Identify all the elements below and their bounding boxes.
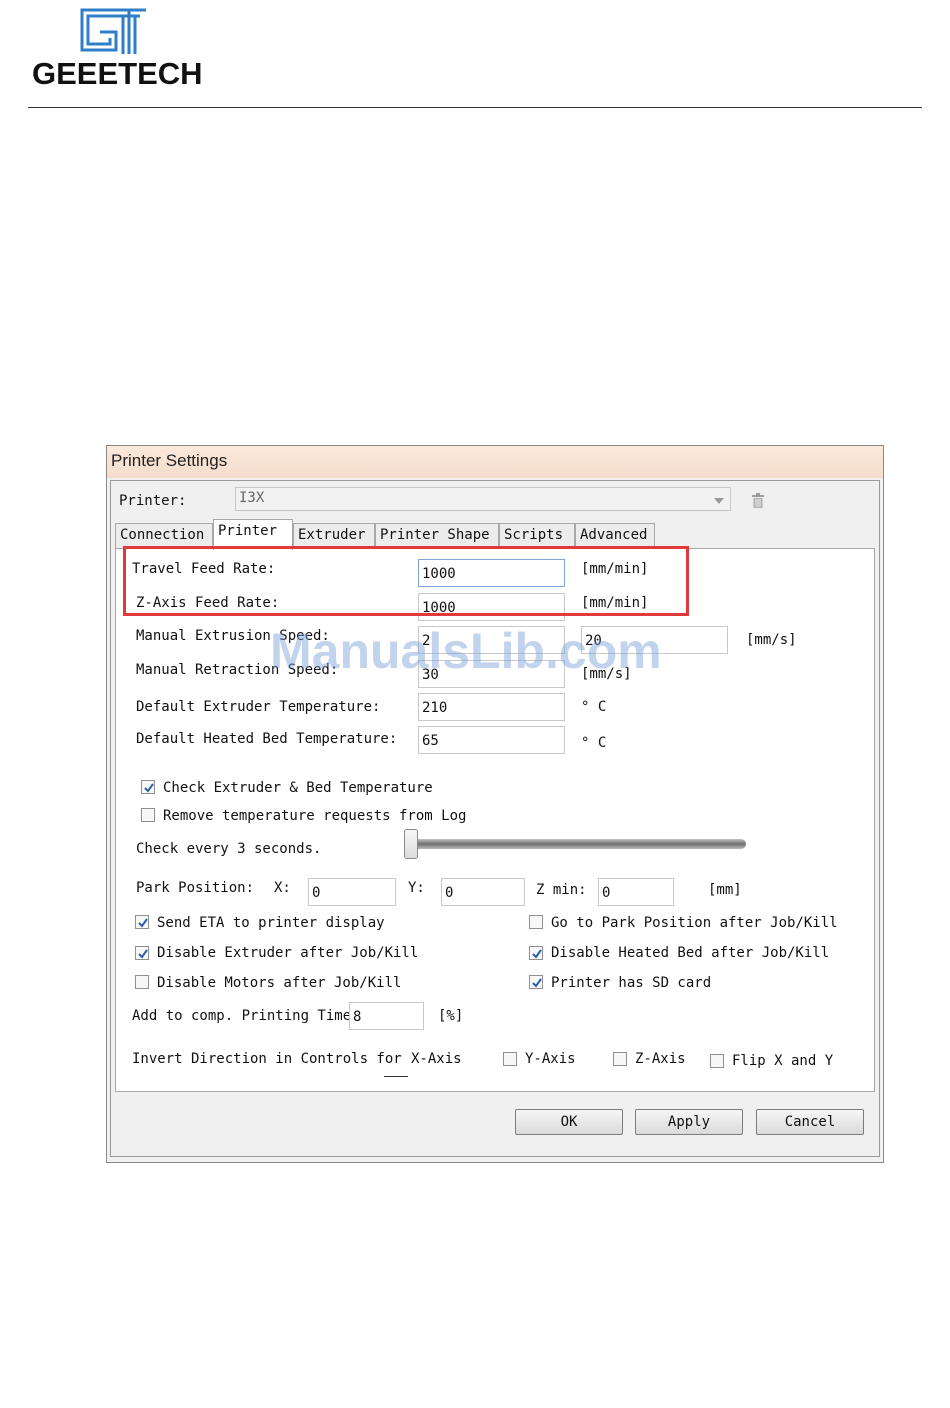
invert-x-label: X-Axis xyxy=(411,1051,462,1067)
sd-card-checkbox[interactable] xyxy=(529,975,543,989)
disable-motors-checkbox[interactable] xyxy=(135,975,149,989)
ok-button[interactable]: OK xyxy=(515,1109,623,1135)
checkmark-icon xyxy=(144,783,154,793)
disable-motors-label: Disable Motors after Job/Kill xyxy=(157,975,402,991)
chevron-down-icon xyxy=(714,498,724,504)
bed-temp-label: Default Heated Bed Temperature: xyxy=(136,731,398,747)
printer-settings-window: Printer Settings Printer: I3X Connection… xyxy=(106,445,884,1163)
remove-requests-label: Remove temperature requests from Log xyxy=(163,808,467,824)
apply-button[interactable]: Apply xyxy=(635,1109,743,1135)
printer-select[interactable]: I3X xyxy=(235,487,731,511)
park-unit: [mm] xyxy=(708,882,742,898)
invert-z-label: Z-Axis xyxy=(635,1051,686,1067)
checkmark-icon xyxy=(138,949,148,959)
remove-requests-checkbox[interactable] xyxy=(141,808,155,822)
manualslib-watermark: ManualsLib.com xyxy=(270,623,662,679)
park-y-label: Y: xyxy=(408,880,425,896)
park-y-input[interactable]: 0 xyxy=(441,878,525,906)
disable-bed-label: Disable Heated Bed after Job/Kill xyxy=(551,945,830,961)
header-divider xyxy=(28,107,922,108)
checkmark-icon xyxy=(532,949,542,959)
park-position-label: Park Position: xyxy=(136,880,255,896)
park-z-label: Z min: xyxy=(536,882,587,898)
extruder-temp-label: Default Extruder Temperature: xyxy=(136,699,381,715)
invert-direction-label: Invert Direction in Controls for xyxy=(132,1051,402,1067)
disable-bed-checkbox[interactable] xyxy=(529,946,543,960)
bed-temp-unit: ° C xyxy=(581,735,607,751)
checkmark-icon xyxy=(138,918,148,928)
geeetech-logo: GEEETECH xyxy=(32,6,203,91)
check-interval-slider-track[interactable] xyxy=(406,839,746,849)
bed-temp-input[interactable]: 65 xyxy=(418,726,565,754)
window-title: Printer Settings xyxy=(111,451,228,470)
trash-icon[interactable] xyxy=(751,493,765,509)
invert-y-checkbox[interactable] xyxy=(503,1052,517,1066)
check-interval-slider-thumb[interactable] xyxy=(404,829,418,859)
goto-park-checkbox[interactable] xyxy=(529,915,543,929)
comp-time-label: Add to comp. Printing Time xyxy=(132,1008,352,1024)
cancel-button[interactable]: Cancel xyxy=(756,1109,864,1135)
goto-park-label: Go to Park Position after Job/Kill xyxy=(551,915,838,931)
extruder-temp-unit: ° C xyxy=(581,699,607,715)
send-eta-checkbox[interactable] xyxy=(135,915,149,929)
park-x-label: X: xyxy=(274,880,291,896)
extruder-temp-input[interactable]: 210 xyxy=(418,693,565,721)
check-temp-label: Check Extruder & Bed Temperature xyxy=(163,780,433,796)
manual-extrusion-unit: [mm/s] xyxy=(746,632,797,648)
park-z-input[interactable]: 0 xyxy=(598,878,674,906)
printer-select-value: I3X xyxy=(239,490,265,506)
flip-xy-label: Flip X and Y xyxy=(732,1053,834,1069)
gt-logo-mark-icon xyxy=(80,8,146,54)
park-x-input[interactable]: 0 xyxy=(308,878,396,906)
flip-xy-checkbox[interactable] xyxy=(710,1054,724,1068)
comp-time-unit: [%] xyxy=(438,1008,464,1024)
disable-extruder-label: Disable Extruder after Job/Kill xyxy=(157,945,419,961)
brand-name: GEEETECH xyxy=(32,56,203,91)
check-temp-checkbox[interactable] xyxy=(141,780,155,794)
printer-label: Printer: xyxy=(119,493,187,509)
invert-y-label: Y-Axis xyxy=(525,1051,576,1067)
window-content: Printer: I3X Connection Printer Extruder… xyxy=(110,480,880,1157)
send-eta-label: Send ETA to printer display xyxy=(157,915,385,931)
sd-card-label: Printer has SD card xyxy=(551,975,712,991)
disable-extruder-checkbox[interactable] xyxy=(135,946,149,960)
comp-time-input[interactable]: 8 xyxy=(349,1002,424,1030)
invert-underline xyxy=(384,1076,408,1077)
window-titlebar[interactable]: Printer Settings xyxy=(107,446,883,478)
check-every-label: Check every 3 seconds. xyxy=(136,841,322,857)
invert-z-checkbox[interactable] xyxy=(613,1052,627,1066)
highlight-box xyxy=(123,546,689,616)
checkmark-icon xyxy=(532,978,542,988)
